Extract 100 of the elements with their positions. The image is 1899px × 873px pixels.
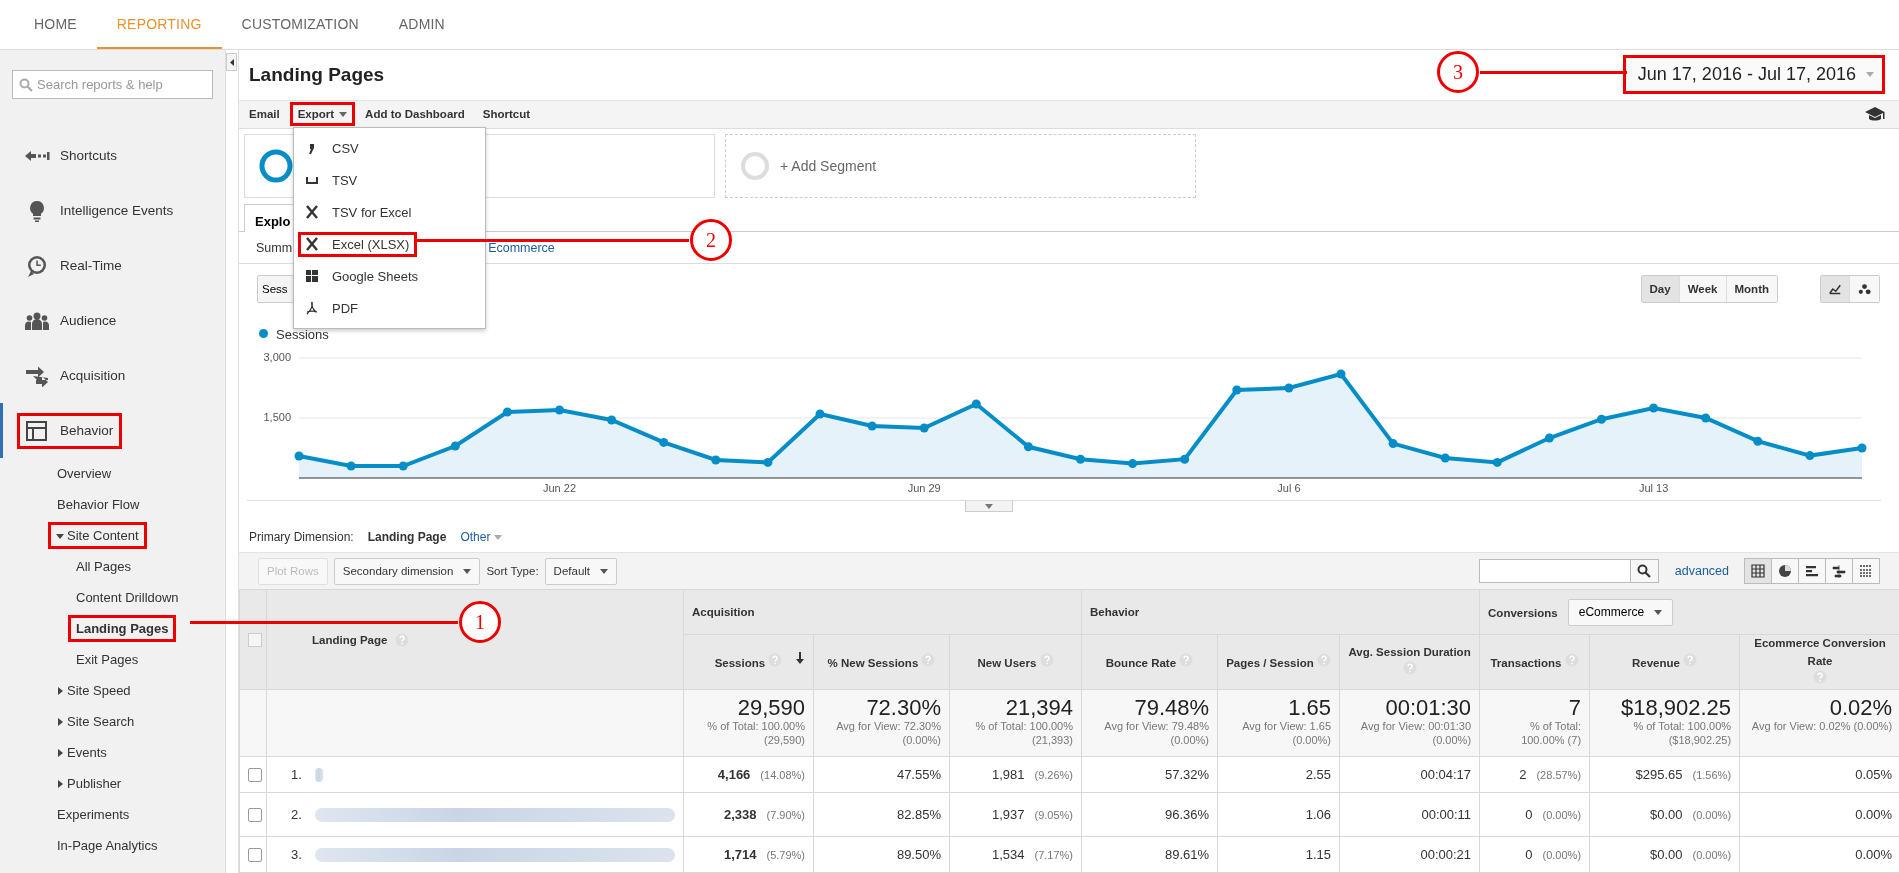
nav-item[interactable]: Behavior: [0, 403, 225, 458]
nav-item[interactable]: Acquisition: [0, 348, 225, 403]
row-checkbox[interactable]: [248, 847, 262, 862]
search-icon: [1637, 564, 1652, 579]
advanced-link[interactable]: advanced: [1674, 564, 1729, 579]
toolbar-button[interactable]: Email: [241, 102, 288, 127]
cell-value: 57.32%: [1164, 767, 1210, 782]
conversion-type-dropdown[interactable]: eCommerce: [1567, 598, 1674, 626]
caret-icon: [600, 568, 609, 574]
nav-item[interactable]: Real-Time: [0, 238, 225, 293]
chart-type-button[interactable]: [1850, 276, 1879, 303]
column-header: Transactions: [1490, 655, 1562, 671]
data-point: [1128, 459, 1138, 469]
nav-tab[interactable]: HOME: [14, 0, 97, 49]
data-point: [1440, 453, 1450, 463]
date-range-picker[interactable]: Jun 17, 2016 - Jul 17, 2016: [1622, 55, 1885, 95]
nav-tab[interactable]: ADMIN: [378, 0, 465, 49]
nav-item[interactable]: Shortcuts: [0, 128, 225, 183]
column-group-header: Acquisition: [692, 606, 755, 619]
subtab-link[interactable]: Ecommerce: [488, 240, 555, 255]
nav-item[interactable]: Site Content: [0, 520, 225, 551]
data-point: [1857, 443, 1867, 453]
collapse-button[interactable]: [226, 53, 237, 71]
add-segment-card[interactable]: + Add Segment: [725, 133, 1196, 198]
nav-item[interactable]: Behavior Flow: [0, 489, 225, 520]
data-point: [294, 451, 304, 461]
view-button[interactable]: [1825, 558, 1853, 585]
dimension-option[interactable]: Other: [460, 530, 503, 545]
menu-item[interactable]: Excel (XLSX): [298, 231, 418, 257]
view-button[interactable]: [1744, 558, 1772, 585]
caret-icon: [1866, 72, 1874, 78]
arrow-icon: [24, 148, 50, 163]
search-field[interactable]: Search reports & help: [12, 70, 213, 99]
nav-tab[interactable]: CUSTOMIZATION: [221, 0, 379, 49]
cell-value: 82.85%: [896, 807, 941, 822]
cell-share: (0.00%): [1542, 809, 1582, 821]
total-detail: % of Total: 100.00%: [974, 720, 1074, 734]
secondary-dimension-dropdown[interactable]: Secondary dimension: [333, 557, 481, 585]
total-detail: (0.00%): [1431, 733, 1472, 748]
nav-item[interactable]: Intelligence Events: [0, 183, 225, 238]
data-point: [659, 438, 669, 448]
toolbar-button[interactable]: Add to Dashboard: [357, 102, 473, 127]
help-icon: [1316, 652, 1331, 667]
search-icon: [19, 78, 33, 92]
nav-item[interactable]: Publisher: [0, 768, 225, 799]
cross-icon: [306, 205, 318, 219]
toolbar-button[interactable]: Export: [289, 102, 356, 127]
nav-item[interactable]: Experiments: [0, 799, 225, 830]
x-tick-label: Jun 29: [907, 482, 941, 495]
interval-button[interactable]: Month: [1726, 276, 1777, 303]
chart-type-button[interactable]: [1821, 276, 1850, 303]
interval-button[interactable]: Day: [1641, 276, 1680, 303]
nav-item[interactable]: Events: [0, 737, 225, 768]
data-point: [555, 405, 564, 415]
view-button[interactable]: [1798, 558, 1826, 585]
nav-item[interactable]: Audience: [0, 293, 225, 348]
nav-item[interactable]: Site Search: [0, 706, 225, 737]
help-icon: [1683, 652, 1698, 667]
row-number: 2.: [291, 807, 303, 822]
data-point: [502, 407, 512, 417]
total-detail: % of Total: 100.00%: [706, 720, 805, 734]
total-detail: Avg for View: 0.02% (0.00%): [1750, 720, 1893, 734]
pie-icon: [1778, 564, 1792, 579]
sort-arrow-icon[interactable]: [795, 652, 805, 665]
dimension-option[interactable]: Landing Page: [367, 530, 447, 545]
help-icon: [1039, 652, 1054, 667]
table-search-field[interactable]: [1478, 559, 1631, 584]
view-button[interactable]: [1852, 558, 1880, 585]
select-all-checkbox[interactable]: [248, 632, 262, 647]
graduation-cap-icon[interactable]: [1865, 106, 1885, 123]
toolbar-button[interactable]: Shortcut: [474, 102, 539, 127]
menu-item[interactable]: CSV: [298, 135, 367, 161]
nav-item[interactable]: Overview: [0, 458, 225, 489]
view-button[interactable]: [1771, 558, 1799, 585]
expand-chart-button[interactable]: [965, 501, 1013, 513]
total-detail: Avg for View: 72.30%: [835, 720, 941, 734]
cell-value: $295.65: [1635, 767, 1683, 782]
data-point: [1649, 403, 1659, 413]
subtab-link[interactable]: Summ: [256, 240, 293, 255]
table-icon: [1751, 564, 1765, 579]
nav-item[interactable]: Landing Pages: [0, 613, 225, 644]
row-number: 3.: [291, 847, 303, 862]
column-header: Avg. Session Duration: [1348, 644, 1471, 660]
nav-item[interactable]: Exit Pages: [0, 644, 225, 675]
data-point: [1701, 413, 1711, 423]
cell-value: 2.55: [1305, 767, 1332, 782]
nav-item[interactable]: Content Drilldown: [0, 582, 225, 613]
interval-button[interactable]: Week: [1679, 276, 1727, 303]
sort-type-dropdown[interactable]: Default: [544, 557, 618, 585]
cell-share: (1.56%): [1692, 769, 1732, 781]
menu-item[interactable]: TSV: [298, 167, 366, 193]
row-checkbox[interactable]: [248, 807, 262, 822]
search-button[interactable]: [1630, 559, 1659, 584]
nav-item[interactable]: Site Speed: [0, 675, 225, 706]
nav-item[interactable]: In-Page Analytics: [0, 830, 225, 861]
row-checkbox[interactable]: [248, 767, 262, 782]
sort-type-label: Sort Type:: [486, 565, 539, 578]
cell-share: (28.57%): [1536, 769, 1582, 781]
nav-item[interactable]: All Pages: [0, 551, 225, 582]
cell-value: 1,714: [723, 847, 757, 862]
